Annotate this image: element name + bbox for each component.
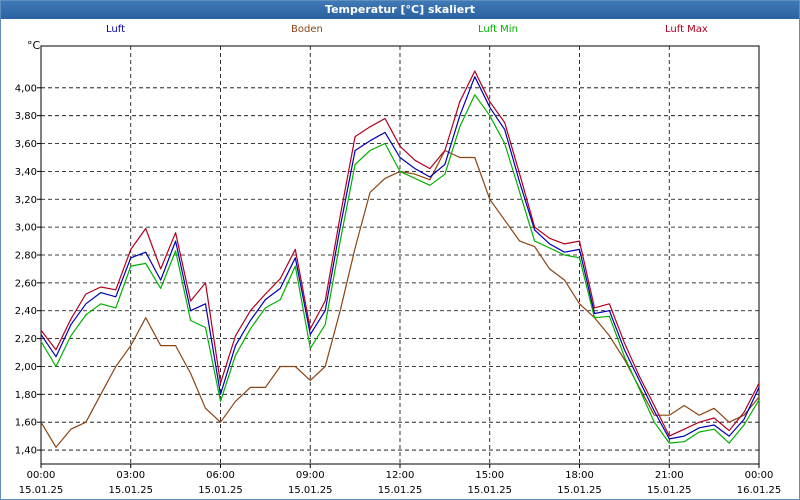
x-tick-label-date: 15.01.25 (19, 485, 64, 496)
x-tick-label-date: 15.01.25 (378, 485, 423, 496)
x-tick-label-time: 00:00 (27, 470, 56, 481)
x-tick-label-date: 15.01.25 (288, 485, 333, 496)
x-tick-label-date: 15.01.25 (108, 485, 153, 496)
x-tick-label-date: 15.01.25 (198, 485, 243, 496)
y-tick-label: 2,00 (15, 362, 37, 373)
y-tick-label: 2,60 (15, 278, 37, 289)
y-tick-label: 1,80 (15, 390, 37, 401)
x-tick-label-date: 15.01.25 (557, 485, 602, 496)
y-tick-label: 2,80 (15, 251, 37, 262)
y-tick-label: 1,60 (15, 418, 37, 429)
x-tick-label-time: 09:00 (296, 470, 325, 481)
x-tick-label-time: 18:00 (565, 470, 594, 481)
x-tick-label-time: 00:00 (745, 470, 774, 481)
y-tick-label: 3,00 (15, 223, 37, 234)
x-tick-label-date: 15.01.25 (647, 485, 692, 496)
y-tick-label: 4,00 (15, 83, 37, 94)
x-tick-label-time: 06:00 (206, 470, 235, 481)
x-tick-label-date: 16.01.25 (737, 485, 782, 496)
y-tick-label: 3,20 (15, 195, 37, 206)
x-tick-label-time: 15:00 (475, 470, 504, 481)
y-tick-label: 2,20 (15, 334, 37, 345)
y-tick-label: 3,40 (15, 167, 37, 178)
x-tick-label-time: 21:00 (655, 470, 684, 481)
x-tick-label-time: 12:00 (386, 470, 415, 481)
y-tick-label: 2,40 (15, 306, 37, 317)
chart-window: Temperatur [°C] skaliert Luft Boden Luft… (0, 0, 800, 500)
y-tick-label: 1,40 (15, 446, 37, 457)
line-chart: 1,40 1,60 1,80 2,00 2,20 2,40 2,60 2,80 3,00 3,20… (15, 45, 782, 496)
x-tick-label-time: 03:00 (116, 470, 145, 481)
y-tick-label: 3,80 (15, 111, 37, 122)
x-tick-label-date: 15.01.25 (467, 485, 512, 496)
y-tick-label: 3,60 (15, 139, 37, 150)
